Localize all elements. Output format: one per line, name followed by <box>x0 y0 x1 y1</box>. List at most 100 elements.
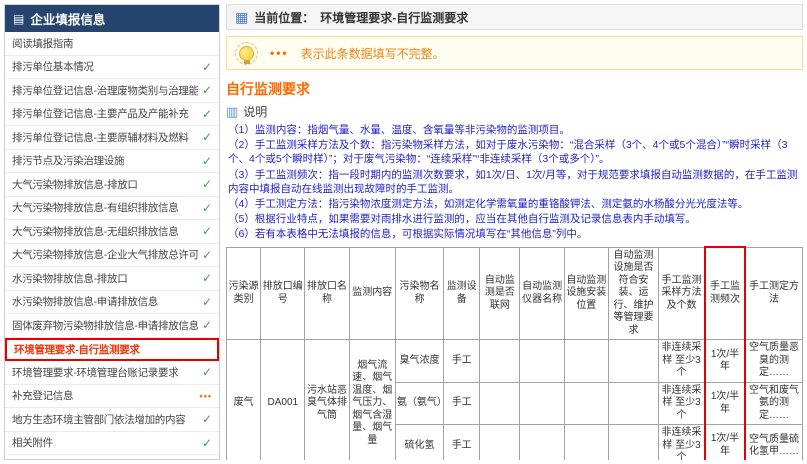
sidebar-item-label: 阅读填报指南 <box>12 36 73 51</box>
table-cell: 硫化氢 <box>395 425 443 460</box>
column-header: 自动监测仪器名称 <box>520 247 564 340</box>
table-cell: 空气和废气氨的测定…… <box>745 382 802 425</box>
sidebar-item[interactable]: 补充登记信息 ••• <box>5 385 219 409</box>
sidebar-item-label: 固体废弃物污染物排放信息-申请排放信息 <box>12 318 198 333</box>
alert-text: 表示此条数据填写不完整。 <box>301 45 445 62</box>
sidebar-item[interactable]: 排污单位登记信息-主要原辅材料及燃料✓ <box>5 126 219 150</box>
table-cell: 废气 <box>227 340 261 460</box>
notes-header: ▥ 说明 <box>226 103 803 120</box>
check-icon: ✓ <box>202 295 212 309</box>
table-cell: 非连续采样 至少3个 <box>659 382 705 425</box>
sidebar-item-label: 水污染物排放信息-申请排放信息 <box>12 294 158 309</box>
check-icon: ✓ <box>202 412 212 426</box>
table-cell <box>480 425 520 460</box>
note-line: （6）若有本表格中无法填报的信息，可根据实际情况填写在“其他信息”列中。 <box>228 227 803 241</box>
sidebar-item[interactable]: 排污单位登记信息-主要产品及产能补充 ✓ <box>5 103 219 127</box>
sidebar-item[interactable]: 大气污染物排放信息-有组织排放信息✓ <box>5 197 219 221</box>
sidebar-item[interactable]: 排污单位登记信息-治理废物类别与治理能力 ✓ <box>5 79 219 103</box>
app-window: ▤ 企业填报信息 阅读填报指南排污单位基本情况✓排污单位登记信息-治理废物类别与… <box>0 0 807 464</box>
check-icon: ✓ <box>202 83 212 97</box>
table-cell: 空气质量硫化氢甲…… <box>745 425 802 460</box>
sidebar: ▤ 企业填报信息 阅读填报指南排污单位基本情况✓排污单位登记信息-治理废物类别与… <box>4 4 220 460</box>
breadcrumb-label: 当前位置： <box>254 9 314 26</box>
sidebar-item-label: 排污单位登记信息-治理废物类别与治理能力 <box>12 83 198 98</box>
sidebar-item[interactable]: 排污节点及污染治理设施 ✓ <box>5 150 219 174</box>
column-header: 自动监测是否联网 <box>480 247 520 340</box>
table-cell <box>520 340 564 383</box>
sidebar-item-label: 补充登记信息 <box>12 388 73 403</box>
sidebar-item-label: 大气污染物排放信息-排放口 <box>12 177 138 192</box>
check-icon: ✓ <box>202 177 212 191</box>
incomplete-dots-icon: ••• <box>200 391 212 401</box>
table-cell <box>608 382 658 425</box>
check-icon: ✓ <box>202 154 212 168</box>
table-cell: 臭气浓度 <box>395 340 443 383</box>
sidebar-item-label: 排污单位登记信息-主要产品及产能补充 <box>12 106 189 121</box>
table-cell <box>520 382 564 425</box>
check-icon: ✓ <box>202 107 212 121</box>
self-monitoring-table: 污染源类别排放口编号排放口名称监测内容污染物名称监测设备自动监测是否联网自动监测… <box>226 246 803 460</box>
table-cell: 手工 <box>444 425 480 460</box>
check-icon: ✓ <box>202 318 212 332</box>
list-icon: ▤ <box>13 13 24 25</box>
table-cell: 非连续采样 至少3个 <box>659 340 705 383</box>
sidebar-item[interactable]: 环境管理要求-自行监测要求 <box>5 338 219 362</box>
table-cell <box>608 340 658 383</box>
column-header: 污染源类别 <box>227 247 261 340</box>
column-header: 排放口编号 <box>261 247 305 340</box>
sidebar-item[interactable]: 地方生态环境主管部门依法增加的内容✓ <box>5 408 219 432</box>
sidebar-item[interactable]: 水污染物排放信息-排放口✓ <box>5 267 219 291</box>
table-cell <box>564 382 608 425</box>
table-cell: 空气质量恶臭的测定…… <box>745 340 802 383</box>
sidebar-item[interactable]: 大气污染物排放信息-无组织排放信息✓ <box>5 220 219 244</box>
column-header: 手工监测频次 <box>705 247 745 340</box>
column-header: 排放口名称 <box>305 247 349 340</box>
sidebar-item[interactable]: 水污染物排放信息-申请排放信息 ✓ <box>5 291 219 315</box>
incomplete-dots-icon: ••• <box>270 46 289 60</box>
column-header: 监测设备 <box>444 247 480 340</box>
check-icon: ✓ <box>202 130 212 144</box>
sidebar-item[interactable]: 阅读填报指南 <box>5 32 219 56</box>
form-icon: ▦ <box>235 10 248 24</box>
table-cell: 手工 <box>444 340 480 383</box>
column-header: 手工测定方法 <box>745 247 802 340</box>
table-cell: 氨（氨气） <box>395 382 443 425</box>
sidebar-item-label: 排污单位基本情况 <box>12 59 94 74</box>
sidebar-item[interactable]: 环境管理要求-环境管理台账记录要求✓ <box>5 361 219 385</box>
column-header: 手工监测采样方法及个数 <box>659 247 705 340</box>
note-line: （3）手工监测频次：指一段时期内的监测次数要求，如1次/日、1次/月等，对于规范… <box>228 168 803 196</box>
page-title: 自行监测要求 <box>226 79 803 99</box>
check-icon: ✓ <box>202 60 212 74</box>
sidebar-item-label: 环境管理要求-自行监测要求 <box>14 342 140 357</box>
column-header: 污染物名称 <box>395 247 443 340</box>
table-cell <box>480 382 520 425</box>
sidebar-item[interactable]: 固体废弃物污染物排放信息-申请排放信息 ✓ <box>5 314 219 338</box>
column-header: 监测内容 <box>349 247 395 340</box>
table-cell: DA001 <box>261 340 305 460</box>
sidebar-item[interactable]: 大气污染物排放信息-企业大气排放总许可量✓ <box>5 244 219 268</box>
check-icon: ✓ <box>202 248 212 262</box>
table-cell: 手工 <box>444 382 480 425</box>
note-line: （5）根据行业特点，如果需要对雨排水进行监测的，应当在其他自行监测及记录信息表内… <box>228 212 803 226</box>
table-cell <box>480 340 520 383</box>
check-icon: ✓ <box>202 365 212 379</box>
sidebar-item[interactable]: 相关附件✓ <box>5 432 219 456</box>
sidebar-item[interactable]: 大气污染物排放信息-排放口 ✓ <box>5 173 219 197</box>
table-cell: 1次/半年 <box>705 340 745 383</box>
check-icon: ✓ <box>202 436 212 450</box>
sidebar-item[interactable]: 排污单位基本情况 ✓ <box>5 56 219 80</box>
column-header: 自动监测设施是否符合安装、运行、维护等管理要求 <box>608 247 658 340</box>
sidebar-item-label: 排污节点及污染治理设施 <box>12 153 124 168</box>
notes-list: （1）监测内容：指烟气量、水量、温度、含氧量等非污染物的监测项目。（2）手工监测… <box>226 122 803 242</box>
notebook-icon: ▥ <box>226 105 238 118</box>
table-cell: 污水站恶臭气体排气筒 <box>305 340 349 460</box>
table-cell: 1次/半年 <box>705 382 745 425</box>
table-cell <box>564 340 608 383</box>
sidebar-title: 企业填报信息 <box>30 9 105 28</box>
breadcrumb: ▦ 当前位置： 环境管理要求-自行监测要求 <box>226 4 803 30</box>
breadcrumb-value: 环境管理要求-自行监测要求 <box>320 9 468 26</box>
table-cell: 非连续采样 至少3个 <box>659 425 705 460</box>
note-line: （4）手工测定方法：指污染物浓度测定方法，如测定化学需氧量的重铬酸钾法、测定氨的… <box>228 197 803 211</box>
check-icon: ✓ <box>202 224 212 238</box>
main-content: ▦ 当前位置： 环境管理要求-自行监测要求 ••• 表示此条数据填写不完整。 自… <box>226 4 803 460</box>
